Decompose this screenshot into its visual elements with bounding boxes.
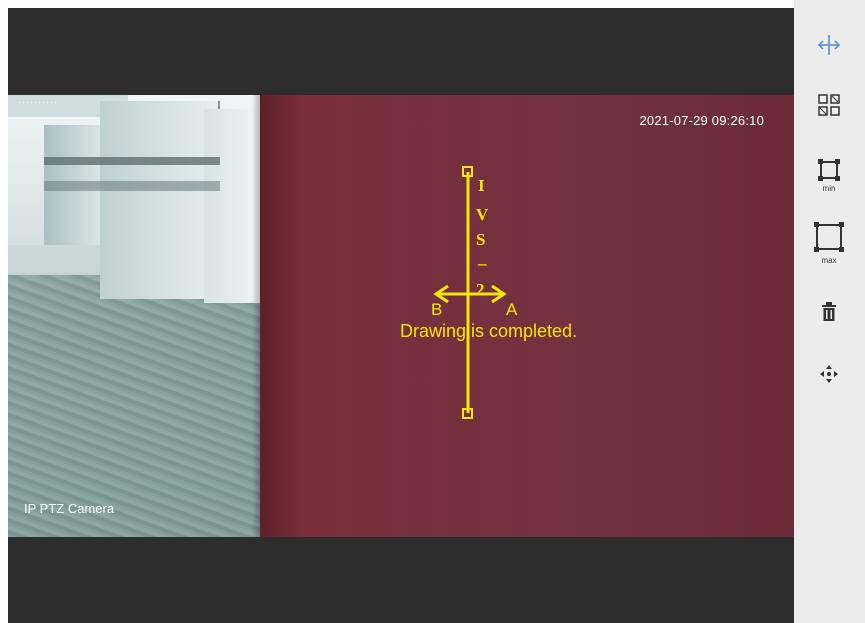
status-message: Drawing is completed. — [400, 321, 578, 341]
move-button[interactable] — [812, 357, 846, 391]
rule-name-char: S — [476, 230, 485, 249]
delete-button[interactable] — [812, 295, 846, 329]
max-size-icon: max — [814, 222, 844, 265]
rule-name-char: V — [476, 205, 489, 224]
min-size-icon: min — [818, 159, 840, 193]
min-size-button[interactable]: min — [812, 156, 846, 196]
delete-icon — [822, 302, 836, 321]
draw-tripwire-icon — [817, 35, 841, 55]
max-caption: max — [821, 256, 836, 265]
max-size-button[interactable]: max — [812, 220, 846, 266]
live-video-feed[interactable]: ·········· 2021-07-29 09:26:10 IP PTZ Ca… — [8, 95, 794, 537]
region-grid-button[interactable] — [812, 88, 846, 122]
rule-name-char: I — [478, 176, 485, 195]
region-grid-icon — [818, 94, 840, 116]
draw-tripwire-button[interactable] — [812, 28, 846, 62]
rule-name-char: 2 — [476, 280, 485, 299]
rule-name-char: _ — [477, 248, 487, 267]
drawing-toolbar: min max — [794, 0, 865, 623]
direction-label-b: B — [431, 300, 442, 319]
move-icon — [820, 365, 838, 383]
direction-label-a: A — [506, 300, 518, 319]
tripwire-overlay: I V S _ 2 B A — [431, 166, 518, 419]
min-caption: min — [823, 184, 836, 193]
